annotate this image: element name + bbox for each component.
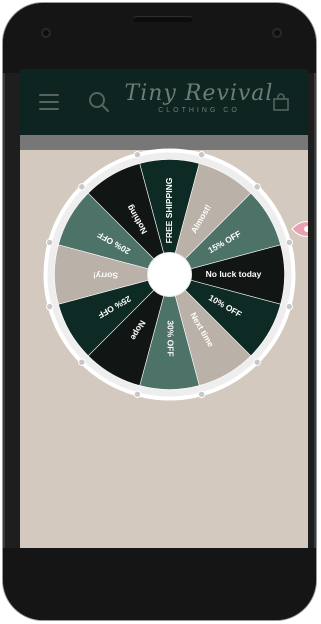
wheel-peg: [46, 302, 54, 311]
wheel-peg: [78, 358, 86, 366]
wheel-segment-label: Sorry!: [93, 270, 118, 280]
phone-frame: Tiny Revival CLOTHING CO No luck today 10…: [3, 3, 316, 620]
spin-wheel[interactable]: No luck today 10% OFF Next time 30% OFF Nope…: [41, 146, 298, 403]
wheel-peg: [253, 183, 261, 191]
wheel-center-hub: [147, 252, 192, 297]
phone-top-bezel: [3, 3, 316, 73]
spin-wheel-graphic: No luck today10% OFFNext time30% OFFNope…: [43, 148, 296, 401]
site-logo[interactable]: Tiny Revival CLOTHING CO: [124, 81, 274, 114]
wheel-peg: [46, 238, 54, 247]
menu-icon[interactable]: [39, 94, 59, 110]
wheel-pointer: [291, 221, 308, 237]
phone-screen: Tiny Revival CLOTHING CO No luck today 10…: [20, 69, 308, 553]
logo-script-text: Tiny Revival: [124, 81, 274, 106]
wheel-peg: [133, 151, 142, 159]
wheel-segment-label: FREE SHIPPING: [164, 177, 174, 243]
wheel-segment-label: 30% OFF: [165, 320, 175, 356]
wheel-peg: [253, 358, 261, 366]
search-icon[interactable]: [88, 91, 110, 113]
phone-bottom-bezel: [3, 548, 316, 620]
wheel-peg: [197, 390, 206, 398]
wheel-segment-label: No luck today: [206, 269, 262, 279]
front-sensor: [41, 28, 51, 38]
front-camera: [272, 28, 282, 38]
earpiece-speaker: [133, 16, 193, 22]
wheel-peg: [285, 302, 293, 311]
logo-subtitle: CLOTHING CO: [158, 107, 240, 114]
site-header: Tiny Revival CLOTHING CO: [20, 69, 308, 135]
wheel-peg: [285, 238, 293, 247]
wheel-peg: [133, 390, 142, 398]
shopping-bag-icon[interactable]: [272, 93, 290, 111]
wheel-peg: [197, 151, 206, 159]
wheel-peg: [78, 183, 86, 191]
